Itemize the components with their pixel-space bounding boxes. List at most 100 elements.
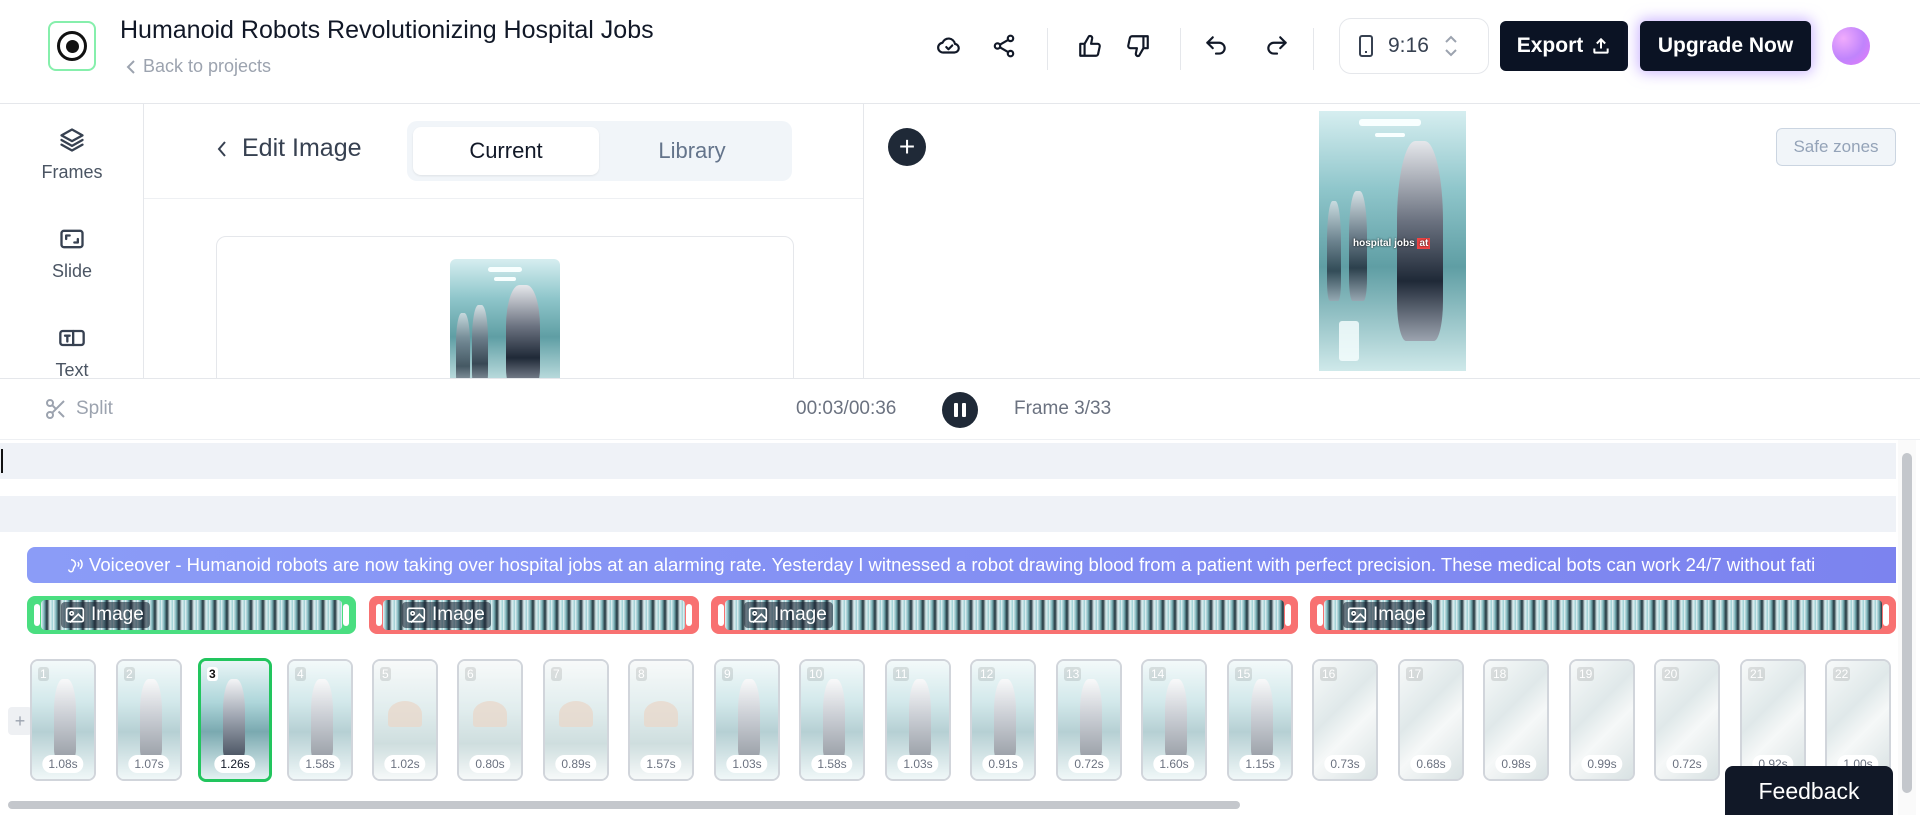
timeline-vertical-scrollbar[interactable] <box>1902 453 1912 793</box>
frame-duration: 1.03s <box>726 755 768 773</box>
frame-duration: 1.26s <box>214 755 256 773</box>
frame-thumbnail[interactable]: 6 0.80s <box>457 659 523 781</box>
image-clip[interactable]: Image <box>27 596 356 634</box>
frame-thumbnail[interactable]: 8 1.57s <box>628 659 694 781</box>
frame-thumbnail[interactable]: 4 1.58s <box>287 659 353 781</box>
frame-thumbnail[interactable]: 1 1.08s <box>30 659 96 781</box>
frame-duration: 1.58s <box>811 755 853 773</box>
thumbs-up-icon[interactable] <box>1074 30 1106 62</box>
image-clip[interactable]: Image <box>1310 596 1896 634</box>
frame-thumbnail[interactable]: 22 1.00s <box>1825 659 1891 781</box>
frame-duration: 0.98s <box>1495 755 1537 773</box>
clip-label: Image <box>402 602 491 628</box>
sidebar-item-frames[interactable]: Frames <box>0 126 143 183</box>
clip-trim-handle-right[interactable] <box>343 604 349 626</box>
playhead-cursor[interactable] <box>1 449 3 473</box>
chevron-left-icon[interactable] <box>216 140 228 158</box>
frame-thumbnail[interactable]: 9 1.03s <box>714 659 780 781</box>
cloud-check-icon[interactable] <box>933 30 965 62</box>
clip-label-text: Image <box>91 604 144 625</box>
frame-thumbnail[interactable]: 13 0.72s <box>1056 659 1122 781</box>
thumbs-down-icon[interactable] <box>1122 30 1154 62</box>
frame-thumbnail[interactable]: 17 0.68s <box>1398 659 1464 781</box>
sidebar-item-slide[interactable]: Slide <box>0 225 143 282</box>
preview-caption: hospital jobs at <box>1353 238 1431 249</box>
back-to-projects-link[interactable]: Back to projects <box>125 56 271 77</box>
header-divider <box>1313 28 1314 70</box>
image-icon <box>1347 607 1367 624</box>
clip-label: Image <box>61 602 150 628</box>
frame-thumbnail[interactable]: 14 1.60s <box>1141 659 1207 781</box>
header-divider <box>1180 28 1181 70</box>
frame-duration: 1.02s <box>384 755 426 773</box>
user-avatar[interactable] <box>1832 27 1870 65</box>
undo-icon[interactable] <box>1200 30 1232 62</box>
frame-duration: 1.60s <box>1153 755 1195 773</box>
frame-number: 10 <box>807 667 825 681</box>
frame-thumbnail[interactable]: 18 0.98s <box>1483 659 1549 781</box>
frame-duration: 0.89s <box>555 755 597 773</box>
upgrade-now-button[interactable]: Upgrade Now <box>1640 21 1811 71</box>
image-clip[interactable]: Image <box>369 596 699 634</box>
add-frame-button[interactable]: + <box>8 707 32 735</box>
image-icon <box>748 607 768 624</box>
tab-library[interactable]: Library <box>599 127 785 175</box>
back-to-projects-label: Back to projects <box>143 56 272 76</box>
frame-number: 3 <box>207 667 218 681</box>
clip-trim-handle-right[interactable] <box>686 604 692 626</box>
frame-number: 7 <box>551 667 562 681</box>
left-sidebar: Frames Slide Text <box>0 104 144 378</box>
frame-number: 17 <box>1406 667 1424 681</box>
frame-number: 15 <box>1235 667 1253 681</box>
frame-thumbnail[interactable]: 2 1.07s <box>116 659 182 781</box>
share-icon[interactable] <box>988 30 1020 62</box>
panel-divider <box>144 198 863 199</box>
frame-thumbnail[interactable]: 20 0.72s <box>1654 659 1720 781</box>
add-element-button[interactable]: + <box>888 128 926 166</box>
export-button[interactable]: Export <box>1500 21 1628 71</box>
edit-image-panel: Edit Image Current Library <box>144 104 864 378</box>
frame-thumbnail[interactable]: 15 1.15s <box>1227 659 1293 781</box>
frame-duration: 1.07s <box>128 755 170 773</box>
frame-duration: 1.08s <box>42 755 84 773</box>
frame-thumbnail-selected[interactable]: 3 1.26s <box>198 658 272 782</box>
clip-trim-handle-left[interactable] <box>376 604 382 626</box>
clip-trim-handle-right[interactable] <box>1285 604 1291 626</box>
safe-zones-toggle[interactable]: Safe zones <box>1776 128 1896 166</box>
frame-thumbnail[interactable]: 12 0.91s <box>970 659 1036 781</box>
tab-current[interactable]: Current <box>413 127 599 175</box>
frame-duration: 0.68s <box>1410 755 1452 773</box>
timeline-horizontal-scrollbar[interactable] <box>8 801 1240 809</box>
project-title[interactable]: Humanoid Robots Revolutionizing Hospital… <box>120 16 654 45</box>
frame-number: 13 <box>1064 667 1082 681</box>
frame-thumbnail[interactable]: 16 0.73s <box>1312 659 1378 781</box>
clip-trim-handle-left[interactable] <box>718 604 724 626</box>
image-clip[interactable]: Image <box>711 596 1298 634</box>
frame-thumbnail[interactable]: 7 0.89s <box>543 659 609 781</box>
frame-thumbnail[interactable]: 19 0.99s <box>1569 659 1635 781</box>
split-button[interactable]: Split <box>44 397 113 421</box>
frame-thumbnail[interactable]: 10 1.58s <box>799 659 865 781</box>
frame-thumbnail[interactable]: 11 1.03s <box>885 659 951 781</box>
empty-track[interactable] <box>0 496 1896 532</box>
image-icon <box>406 607 426 624</box>
frame-thumbnail[interactable]: 5 1.02s <box>372 659 438 781</box>
clip-trim-handle-left[interactable] <box>34 604 40 626</box>
frame-thumbnail[interactable]: 21 0.92s <box>1740 659 1806 781</box>
aspect-ratio-selector[interactable]: 9:16 <box>1339 18 1489 74</box>
preview-frame[interactable]: hospital jobs at <box>1319 111 1466 371</box>
clip-trim-handle-left[interactable] <box>1317 604 1323 626</box>
current-image-thumbnail[interactable] <box>450 259 560 378</box>
app-logo[interactable] <box>48 21 96 71</box>
feedback-button[interactable]: Feedback <box>1725 766 1893 815</box>
redo-icon[interactable] <box>1261 30 1293 62</box>
clip-trim-handle-right[interactable] <box>1883 604 1889 626</box>
sidebar-item-text[interactable]: Text <box>0 324 143 378</box>
empty-track[interactable] <box>0 443 1896 479</box>
chevron-up-down-icon <box>1445 35 1457 57</box>
header-divider <box>1047 28 1048 70</box>
sidebar-item-label: Frames <box>41 162 103 182</box>
voiceover-track[interactable]: Voiceover - Humanoid robots are now taki… <box>27 547 1896 583</box>
edit-image-header[interactable]: Edit Image <box>216 134 362 163</box>
pause-button[interactable] <box>942 392 978 428</box>
